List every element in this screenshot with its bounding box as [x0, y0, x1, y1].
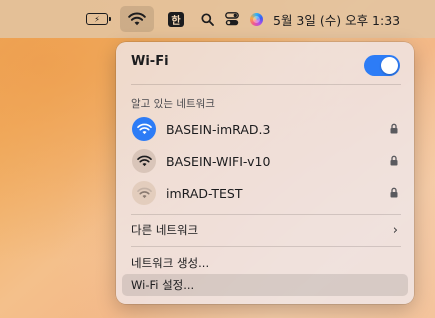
wifi-title: Wi-Fi — [131, 54, 169, 69]
network-name: BASEIN-WIFI-v10 — [166, 153, 271, 169]
other-networks-label: 다른 네트워크 — [131, 223, 199, 237]
network-name: imRAD-TEST — [166, 185, 243, 201]
wifi-signal-icon-connected — [132, 117, 156, 141]
battery-status[interactable]: ⚡ — [82, 0, 112, 38]
control-center-icon — [225, 12, 239, 26]
divider — [131, 246, 401, 247]
network-row-imrad-test[interactable]: imRAD-TEST — [122, 178, 408, 208]
wifi-toggle[interactable] — [364, 55, 400, 76]
create-network-item[interactable]: 네트워크 생성... — [122, 252, 408, 274]
battery-charging-icon: ⚡ — [86, 13, 111, 25]
other-networks-item[interactable]: 다른 네트워크 › — [122, 219, 408, 241]
wifi-signal-icon — [132, 149, 156, 173]
wifi-signal-icon-weak — [132, 181, 156, 205]
wifi-settings-label: Wi-Fi 설정... — [131, 278, 195, 292]
chevron-right-icon: › — [392, 222, 398, 238]
spotlight-button[interactable] — [197, 0, 217, 38]
lock-icon — [390, 155, 398, 166]
divider — [131, 84, 401, 85]
network-name: BASEIN-imRAD.3 — [166, 121, 271, 137]
search-icon — [200, 12, 214, 26]
menubar-clock[interactable]: 5월 3일 (수) 오후 1:33 — [273, 0, 433, 38]
siri-icon — [249, 12, 263, 26]
input-source-icon: 한 — [168, 11, 184, 27]
create-network-label: 네트워크 생성... — [131, 256, 210, 270]
known-networks-label: 알고 있는 네트워크 — [131, 98, 215, 110]
network-row-basein-wifi-v10[interactable]: BASEIN-WIFI-v10 — [122, 146, 408, 176]
menu-bar: ⚡ 한 5월 3일 (수) 오후 1:33 — [0, 0, 435, 38]
siri-button[interactable] — [246, 0, 266, 38]
input-source-menu[interactable]: 한 — [166, 0, 186, 38]
network-row-basein-imrad3[interactable]: BASEIN-imRAD.3 — [122, 114, 408, 144]
wifi-dropdown-menu: Wi-Fi 알고 있는 네트워크 BASEIN-imRAD.3 BASEIN-W… — [116, 42, 414, 304]
wifi-menu-extra[interactable] — [120, 6, 154, 32]
toggle-knob — [381, 57, 398, 74]
wifi-header: Wi-Fi — [116, 42, 414, 84]
lock-icon — [390, 187, 398, 198]
lock-icon — [390, 123, 398, 134]
wifi-icon — [128, 12, 146, 26]
control-center-button[interactable] — [222, 0, 242, 38]
wifi-settings-item[interactable]: Wi-Fi 설정... — [122, 274, 408, 296]
divider — [131, 214, 401, 215]
